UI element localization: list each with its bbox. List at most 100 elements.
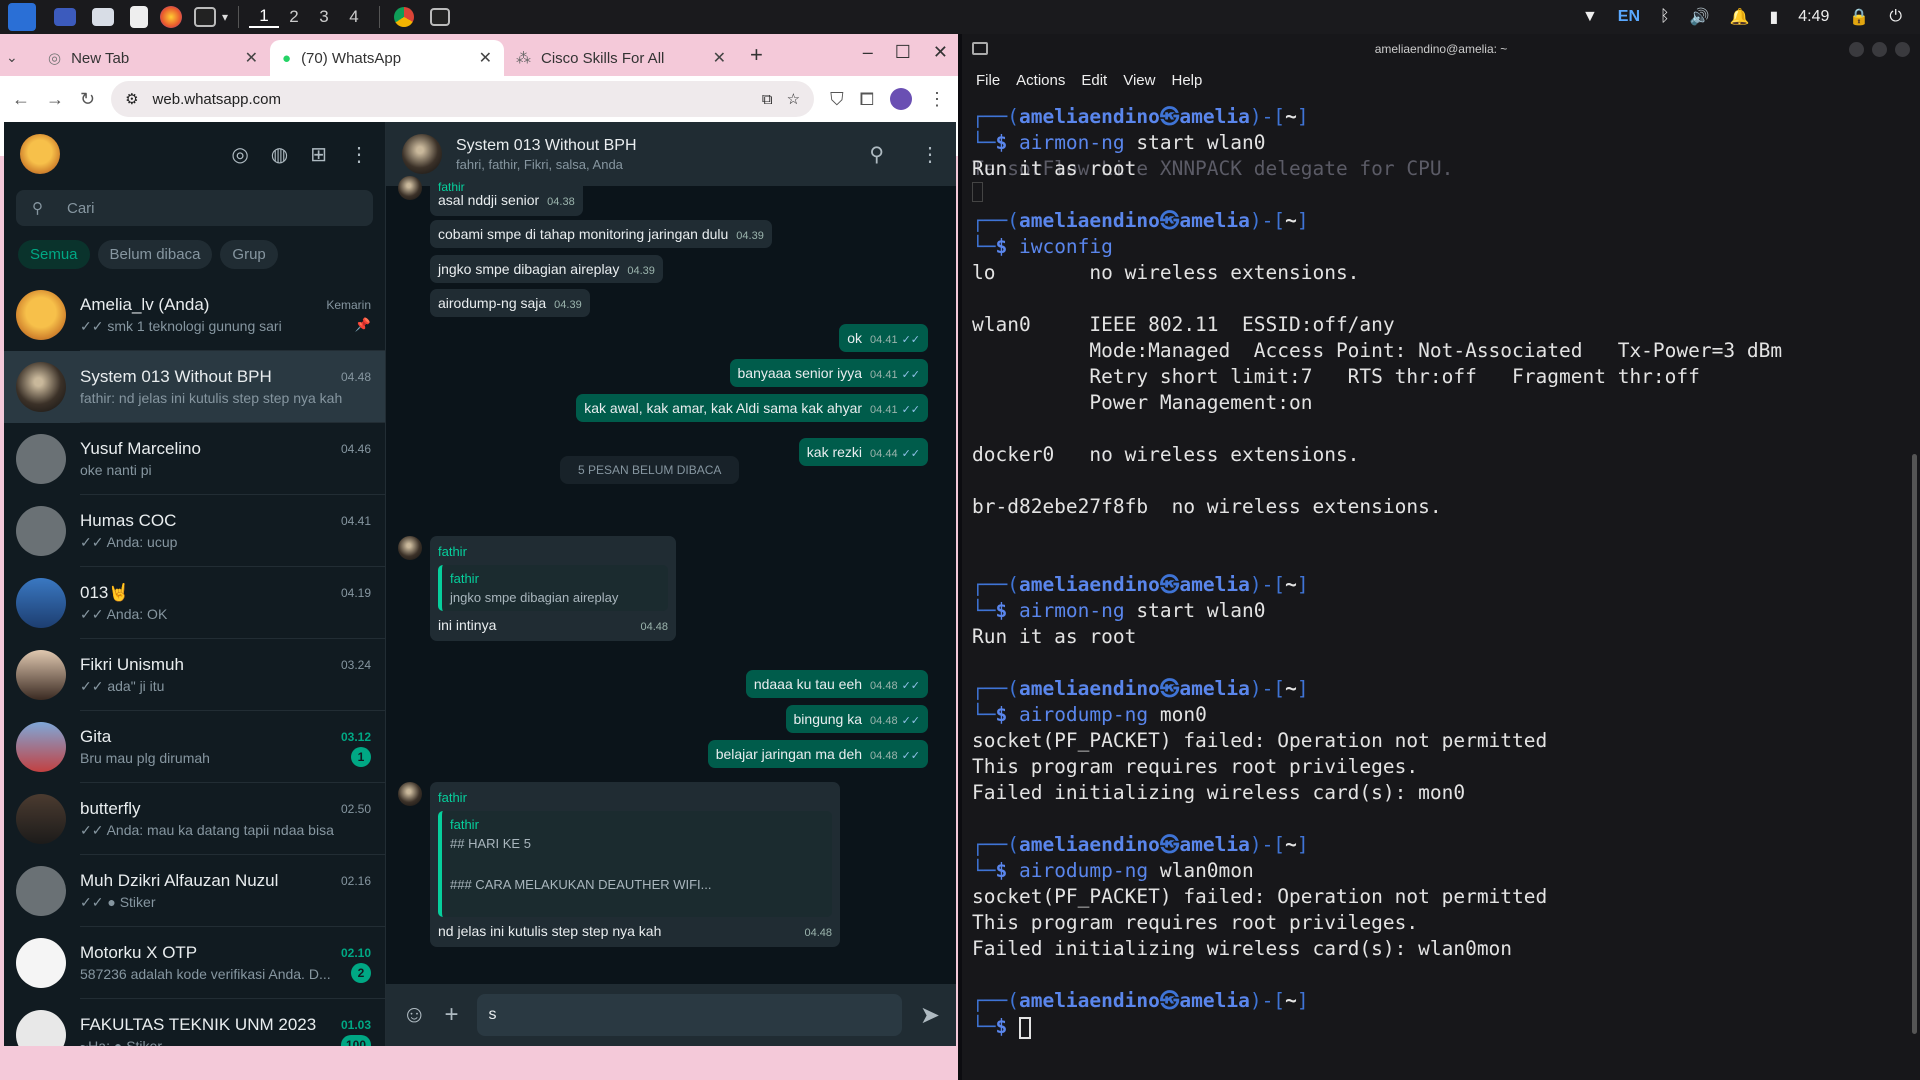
close-window-icon[interactable]: ✕ [933, 42, 948, 63]
workspace-4[interactable]: 4 [339, 7, 369, 27]
workspace-1[interactable]: 1 [249, 6, 280, 28]
menu-help[interactable]: Help [1171, 72, 1202, 89]
my-avatar[interactable] [20, 134, 60, 174]
bookmark-star-icon[interactable]: ☆ [787, 90, 800, 108]
sender-avatar[interactable] [398, 782, 422, 806]
chat-avatar[interactable] [16, 938, 66, 988]
menu-icon[interactable]: ⋮ [920, 142, 940, 167]
message-bubble[interactable]: banyaaa senior iyya 04.41 ✓✓ [729, 359, 928, 387]
volume-icon[interactable]: 🔊 [1690, 7, 1710, 27]
menu-file[interactable]: File [976, 72, 1000, 89]
chat-row[interactable]: butterfly 02.50 ✓✓ Anda: mau ka datang tap… [4, 783, 385, 855]
wifi-icon[interactable]: ▼ [1582, 8, 1598, 26]
chat-avatar[interactable] [16, 362, 66, 412]
maximize-icon[interactable] [1872, 42, 1887, 57]
maximize-icon[interactable]: ☐ [895, 42, 911, 63]
message-bubble[interactable]: airodump-ng saja 04.39 [430, 289, 590, 317]
menu-edit[interactable]: Edit [1081, 72, 1107, 89]
install-app-icon[interactable]: ⧉ [762, 91, 773, 108]
extensions-icon[interactable]: ⧠ [860, 89, 874, 110]
search-icon[interactable]: ⚲ [869, 142, 884, 167]
chat-row[interactable]: Motorku X OTP 02.10 587236 adalah kode ver… [4, 927, 385, 999]
chat-row[interactable]: Gita 03.12 Bru mau plg dirumah 1 [4, 711, 385, 783]
back-icon[interactable]: ← [12, 89, 30, 110]
chat-row[interactable]: 013🤘 04.19 ✓✓ Anda: OK [4, 567, 385, 639]
forward-icon[interactable]: → [46, 89, 64, 110]
scrollbar[interactable] [1912, 454, 1917, 1034]
chrome-task-icon[interactable] [394, 7, 415, 27]
app-launcher-icon[interactable] [8, 3, 36, 31]
sender-avatar[interactable] [398, 536, 422, 560]
message-bubble[interactable]: ok 04.41 ✓✓ [839, 324, 928, 352]
tab-whatsapp[interactable]: ● (70) WhatsApp ✕ [270, 40, 504, 76]
text-editor-icon[interactable] [130, 6, 148, 28]
minimize-icon[interactable] [1849, 42, 1864, 57]
message-bubble[interactable]: cobami smpe di tahap monitoring jaringan… [430, 220, 772, 248]
url-text[interactable]: web.whatsapp.com [153, 91, 748, 108]
chat-avatar[interactable] [16, 434, 66, 484]
workspace-3[interactable]: 3 [309, 7, 339, 27]
emoji-icon[interactable]: ☺ [402, 1001, 427, 1029]
attach-plus-icon[interactable]: + [445, 1001, 459, 1029]
message-input[interactable]: s [476, 994, 902, 1036]
chat-avatar[interactable] [16, 290, 66, 340]
chat-avatar[interactable] [16, 866, 66, 916]
send-icon[interactable]: ➤ [920, 1001, 940, 1030]
close-icon[interactable]: ✕ [479, 48, 492, 68]
chat-avatar[interactable] [16, 722, 66, 772]
filter-all[interactable]: Semua [18, 240, 90, 269]
terminal-icon[interactable] [194, 7, 216, 27]
lock-icon[interactable]: 🔒 [1849, 7, 1869, 27]
menu-icon[interactable]: ⋮ [928, 89, 946, 110]
tab-new-tab[interactable]: ◎ New Tab ✕ [36, 40, 270, 76]
chat-row[interactable]: Yusuf Marcelino 04.46 oke nanti pi [4, 423, 385, 495]
chat-avatar[interactable] [16, 794, 66, 844]
terminal-task-icon[interactable] [430, 8, 451, 26]
status-icon[interactable]: ◎ [231, 142, 248, 167]
chat-row[interactable]: Fikri Unismuh 03.24 ✓✓ ada" ji itu [4, 639, 385, 711]
site-info-icon[interactable]: ⚙ [125, 90, 138, 108]
chat-avatar[interactable] [16, 506, 66, 556]
tab-search-icon[interactable]: ⌄ [6, 49, 36, 66]
notification-bell-icon[interactable]: 🔔 [1730, 7, 1750, 27]
desktop-icon[interactable] [54, 8, 76, 26]
message-bubble[interactable]: belajar jaringan ma deh 04.48 ✓✓ [707, 740, 928, 768]
quoted-message[interactable]: fathir ## HARI KE 5 ### CARA MELAKUKAN D… [438, 811, 832, 917]
address-bar[interactable]: ⚙ web.whatsapp.com ⧉ ☆ [111, 81, 815, 117]
chevron-down-icon[interactable]: ▾ [222, 10, 228, 24]
message-bubble[interactable]: kak awal, kak amar, kak Aldi sama kak ah… [576, 394, 928, 422]
menu-view[interactable]: View [1123, 72, 1155, 89]
reply-message-bubble[interactable]: fathir fathir ## HARI KE 5 ### CARA MELA… [430, 782, 840, 947]
file-manager-icon[interactable] [92, 8, 114, 26]
filter-groups[interactable]: Grup [220, 240, 278, 269]
close-icon[interactable] [1895, 42, 1910, 57]
conversation-header[interactable]: System 013 Without BPH fahri, fathir, Fi… [386, 122, 956, 186]
clock[interactable]: 4:49 [1798, 8, 1829, 26]
terminal-output[interactable]: ┌──(ameliaendino㉿amelia)-[~] └─$ airmon-n… [962, 96, 1920, 1048]
keyboard-layout[interactable]: EN [1618, 8, 1640, 26]
bluetooth-icon[interactable]: ᛒ [1660, 8, 1670, 26]
power-icon[interactable]: ⏻ [1889, 8, 1902, 26]
chat-row[interactable]: System 013 Without BPH 04.48 fathir: nd je… [4, 351, 385, 423]
channels-icon[interactable]: ◍ [271, 142, 288, 167]
shield-icon[interactable]: ⛉ [830, 89, 844, 110]
chat-row[interactable]: Muh Dzikri Alfauzan Nuzul 02.16 ✓✓ ● Stike… [4, 855, 385, 927]
quoted-message[interactable]: fathir jngko smpe dibagian aireplay [438, 565, 668, 611]
new-tab-button[interactable]: + [750, 42, 763, 68]
group-avatar[interactable] [402, 134, 442, 174]
filter-unread[interactable]: Belum dibaca [97, 240, 213, 269]
chat-row[interactable]: FAKULTAS TEKNIK UNM 2023 01.03 ~Ha: ● Stik… [4, 999, 385, 1046]
close-icon[interactable]: ✕ [713, 48, 726, 68]
search-box[interactable]: ⚲ Cari [16, 190, 373, 226]
chat-row[interactable]: Humas COC 04.41 ✓✓ Anda: ucup [4, 495, 385, 567]
battery-icon[interactable]: ▮ [1769, 7, 1778, 27]
menu-icon[interactable]: ⋮ [349, 142, 369, 167]
group-name[interactable]: System 013 Without BPH [456, 137, 855, 155]
workspace-2[interactable]: 2 [279, 7, 309, 27]
message-bubble[interactable]: ndaaa ku tau eeh 04.48 ✓✓ [745, 670, 928, 698]
firefox-icon[interactable] [160, 6, 182, 28]
close-icon[interactable]: ✕ [245, 48, 258, 68]
chat-avatar[interactable] [16, 1010, 66, 1046]
message-bubble[interactable]: bingung ka 04.48 ✓✓ [785, 705, 928, 733]
tab-cisco[interactable]: ⁂ Cisco Skills For All ✕ [504, 40, 738, 76]
